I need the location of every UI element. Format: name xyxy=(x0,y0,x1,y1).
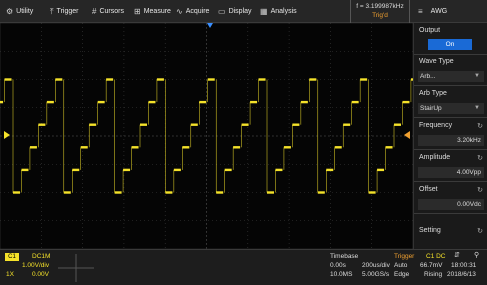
acquire-label: Acquire xyxy=(185,8,210,15)
utility-label: Utility xyxy=(16,8,34,15)
trigger-status: Trig'd xyxy=(372,12,388,19)
memory-depth: 10.0MS xyxy=(330,271,353,278)
offset-field[interactable]: 0.00Vdc xyxy=(418,199,484,210)
panel-divider xyxy=(414,117,487,118)
trigger-type: Edge xyxy=(394,271,410,278)
trigger-title[interactable]: Trigger xyxy=(394,253,414,261)
analysis-menu[interactable]: ▦ Analysis xyxy=(260,0,297,23)
analysis-icon: ▦ xyxy=(260,7,268,16)
awg-label: AWG xyxy=(430,8,448,15)
awg-panel: Output On Wave Type Arb... ▼ Arb Type St… xyxy=(413,23,487,249)
trigger-label: Trigger xyxy=(56,8,79,15)
timebase-title[interactable]: Timebase xyxy=(330,253,358,261)
cursors-icon: # xyxy=(92,7,97,16)
panel-divider xyxy=(414,149,487,150)
analysis-label: Analysis xyxy=(270,8,297,15)
channel-offset: 0.00V xyxy=(32,271,49,278)
clock-time: 18:00:31 xyxy=(451,262,477,269)
menu-divider xyxy=(409,0,410,23)
frequency-title: Frequency xyxy=(419,122,453,129)
timebase-tdiv: 200us/div xyxy=(362,262,390,269)
arb-type-value: StairUp xyxy=(420,105,442,112)
trigger-level: 66.7mV xyxy=(420,262,443,269)
channel-probe: 1X xyxy=(6,271,14,278)
amplitude-title: Amplitude xyxy=(419,154,451,161)
sample-rate: 5.00GS/s xyxy=(362,271,390,278)
panel-divider xyxy=(414,54,487,55)
output-title: Output xyxy=(419,27,441,34)
menu-divider xyxy=(350,0,351,23)
chevron-down-icon: ▼ xyxy=(474,105,480,111)
measure-label: Measure xyxy=(143,8,171,15)
knob-icon: ↻ xyxy=(477,123,483,130)
display-icon: ▭ xyxy=(218,7,226,16)
status-bar: C1 DC1M 1.00V/div 1X 0.00V Timebase 0.00… xyxy=(0,249,487,285)
utility-menu[interactable]: ⚙ Utility xyxy=(6,0,33,23)
measure-icon: ⊞ xyxy=(134,7,141,16)
waveform-grid[interactable] xyxy=(0,23,413,249)
timebase-delay: 0.00s xyxy=(330,262,346,269)
panel-divider xyxy=(414,85,487,86)
amplitude-field[interactable]: 4.00Vpp xyxy=(418,167,484,178)
knob-icon: ↻ xyxy=(477,155,483,162)
graticule xyxy=(0,23,413,249)
acquire-icon: ∿ xyxy=(176,7,183,16)
menu-bar: ⚙ Utility ⤒ Trigger # Cursors ⊞ Measure … xyxy=(0,0,487,23)
offset-title: Offset xyxy=(419,186,438,193)
channel-add-placeholder[interactable] xyxy=(58,254,94,282)
knob-icon: ↻ xyxy=(477,187,483,194)
trigger-mode: Auto xyxy=(394,262,408,269)
frequency-counter: f = 3.199987kHz xyxy=(356,3,404,10)
wave-type-title: Wave Type xyxy=(419,58,454,65)
usb-icon: ⇵ xyxy=(454,252,460,259)
channel-coupling: DC1M xyxy=(32,253,51,260)
trigger-slope: Rising xyxy=(424,271,443,278)
cursors-label: Cursors xyxy=(99,8,124,15)
channel-vdiv: 1.00V/div xyxy=(22,262,50,269)
trigger-menu[interactable]: ⤒ Trigger xyxy=(50,0,78,23)
wave-type-select[interactable]: Arb... ▼ xyxy=(418,71,484,82)
arb-type-title: Arb Type xyxy=(419,90,447,97)
wave-type-value: Arb... xyxy=(420,73,436,80)
panel-divider xyxy=(414,213,487,214)
trigger-level-marker[interactable] xyxy=(404,131,410,139)
setting-button[interactable]: Setting xyxy=(419,227,441,234)
cursors-menu[interactable]: # Cursors xyxy=(92,0,124,23)
trigger-icon: ⤒ xyxy=(50,6,54,16)
chevron-down-icon: ▼ xyxy=(474,73,480,79)
awg-menu[interactable]: ≡ AWG xyxy=(418,0,447,23)
menu-icon: ≡ xyxy=(418,7,423,16)
clock-date: 2018/6/13 xyxy=(447,271,476,278)
display-label: Display xyxy=(228,8,252,15)
arb-type-select[interactable]: StairUp ▼ xyxy=(418,103,484,114)
acquire-menu[interactable]: ∿ Acquire xyxy=(176,0,209,23)
knob-icon: ↻ xyxy=(477,228,483,235)
panel-divider xyxy=(414,181,487,182)
channel-1-badge[interactable]: C1 xyxy=(5,253,19,261)
measure-menu[interactable]: ⊞ Measure xyxy=(134,0,171,23)
display-menu[interactable]: ▭ Display xyxy=(218,0,252,23)
network-icon: ⚲ xyxy=(474,252,480,259)
trigger-source: C1 DC xyxy=(426,253,446,260)
output-toggle[interactable]: On xyxy=(428,39,472,50)
channel-1-offset-marker[interactable] xyxy=(4,131,10,139)
gear-icon: ⚙ xyxy=(6,7,14,16)
frequency-field[interactable]: 3.20kHz xyxy=(418,135,484,146)
trigger-position-marker[interactable] xyxy=(207,23,213,28)
